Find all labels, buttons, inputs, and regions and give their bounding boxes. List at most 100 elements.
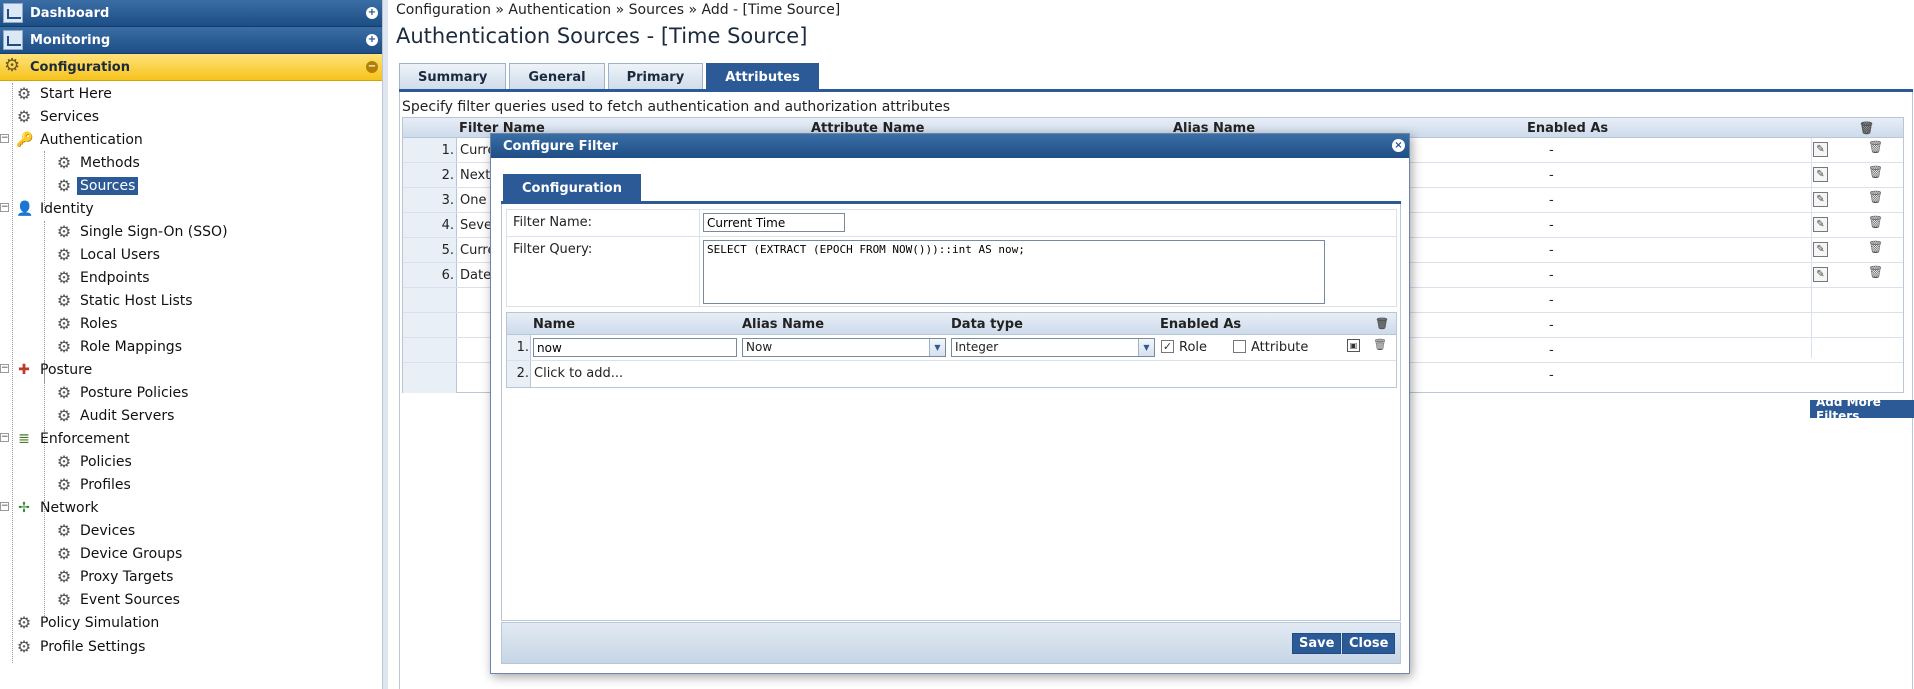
alias-name-select[interactable]: Now ▼ bbox=[742, 338, 946, 357]
tree-item-posture[interactable]: − ✚ Posture bbox=[0, 359, 95, 381]
gear-icon: ⚙ bbox=[56, 337, 72, 356]
col-alias-name: Alias Name bbox=[742, 317, 825, 332]
monitoring-label: Monitoring bbox=[30, 32, 111, 48]
trash-icon[interactable]: 🗑 bbox=[1868, 140, 1883, 154]
attribute-checkbox[interactable] bbox=[1233, 340, 1246, 353]
save-icon[interactable]: ▣ bbox=[1347, 339, 1360, 352]
edit-icon[interactable]: ✎ bbox=[1813, 192, 1828, 207]
tree-item-static-host-lists[interactable]: ⚙ Static Host Lists bbox=[56, 290, 196, 312]
trash-icon[interactable]: 🗑 bbox=[1373, 338, 1387, 351]
collapse-toggle[interactable]: − bbox=[0, 203, 9, 212]
tree-item-services[interactable]: ⚙ Services bbox=[16, 106, 102, 128]
filter-query-label: Filter Query: bbox=[513, 242, 593, 257]
tree-item-posture-policies[interactable]: ⚙ Posture Policies bbox=[56, 382, 191, 404]
tree-item-endpoints[interactable]: ⚙ Endpoints bbox=[56, 267, 153, 289]
gear-icon: ⚙ bbox=[56, 544, 72, 563]
dialog-body: Filter Name: Filter Query: SELECT (EXTRA… bbox=[501, 204, 1401, 621]
collapse-icon[interactable]: − bbox=[366, 61, 378, 73]
table-row[interactable]: 1. Now ▼ Integer ▼ ✓ Role Attribute ▣ 🗑 bbox=[507, 335, 1396, 361]
tree-item-devices[interactable]: ⚙ Devices bbox=[56, 520, 138, 542]
data-type-select[interactable]: Integer ▼ bbox=[951, 338, 1155, 357]
collapse-toggle[interactable]: − bbox=[0, 134, 9, 143]
add-more-filters-button[interactable]: Add More Filters bbox=[1810, 395, 1914, 423]
user-icon: 👤 bbox=[16, 201, 34, 217]
tree-item-sso[interactable]: ⚙ Single Sign-On (SSO) bbox=[56, 221, 231, 243]
edit-icon[interactable]: ✎ bbox=[1813, 242, 1828, 257]
tree-item-identity[interactable]: − 👤 Identity bbox=[0, 198, 97, 220]
expand-icon[interactable]: + bbox=[366, 7, 378, 19]
tree-item-policy-simulation[interactable]: ⚙ Policy Simulation bbox=[16, 612, 162, 634]
dialog-header: Configure Filter × bbox=[491, 134, 1409, 158]
tree-item-policies[interactable]: ⚙ Policies bbox=[56, 451, 135, 473]
tree-item-profile-settings[interactable]: ⚙ Profile Settings bbox=[16, 636, 148, 658]
gear-icon: ⚙ bbox=[16, 107, 32, 126]
trash-icon[interactable]: 🗑 bbox=[1868, 190, 1883, 204]
tree-item-start-here[interactable]: ⚙ Start Here bbox=[16, 83, 115, 105]
collapse-toggle[interactable]: − bbox=[0, 502, 9, 511]
breadcrumb[interactable]: Configuration » Authentication » Sources… bbox=[396, 2, 840, 18]
tree-item-audit-servers[interactable]: ⚙ Audit Servers bbox=[56, 405, 177, 427]
close-button[interactable]: Close bbox=[1342, 633, 1396, 654]
edit-icon[interactable]: ✎ bbox=[1813, 167, 1828, 182]
save-button[interactable]: Save bbox=[1292, 633, 1342, 654]
tree-item-network[interactable]: − ✢ Network bbox=[0, 497, 101, 519]
col-data-type: Data type bbox=[951, 317, 1023, 332]
filter-form: Filter Name: Filter Query: SELECT (EXTRA… bbox=[506, 209, 1397, 307]
tree-item-authentication[interactable]: − 🔑 Authentication bbox=[0, 129, 146, 151]
tab-general[interactable]: General bbox=[509, 63, 605, 90]
edit-icon[interactable]: ✎ bbox=[1813, 142, 1828, 157]
trash-icon[interactable]: 🗑 bbox=[1868, 265, 1883, 279]
tree-item-sources[interactable]: ⚙ Sources bbox=[56, 175, 139, 197]
tab-bar: Summary General Primary Attributes bbox=[399, 63, 819, 90]
trash-icon[interactable]: 🗑 bbox=[1868, 240, 1883, 254]
tree-item-profiles[interactable]: ⚙ Profiles bbox=[56, 474, 134, 496]
tree-item-enforcement[interactable]: − ≣ Enforcement bbox=[0, 428, 133, 450]
edit-icon[interactable]: ✎ bbox=[1813, 267, 1828, 282]
sidebar-header-dashboard[interactable]: Dashboard + bbox=[0, 0, 382, 27]
click-to-add-link[interactable]: Click to add... bbox=[534, 366, 623, 381]
close-icon[interactable]: × bbox=[1392, 139, 1405, 152]
trash-icon[interactable]: 🗑 bbox=[1868, 165, 1883, 179]
attribute-checkbox-label: Attribute bbox=[1251, 340, 1309, 355]
filter-name-input[interactable] bbox=[703, 213, 845, 232]
tree-item-role-mappings[interactable]: ⚙ Role Mappings bbox=[56, 336, 185, 358]
trash-icon[interactable]: 🗑 bbox=[1859, 121, 1874, 135]
tree-item-proxy-targets[interactable]: ⚙ Proxy Targets bbox=[56, 566, 176, 588]
attributes-table: Name Alias Name Data type Enabled As 🗑 1… bbox=[506, 312, 1397, 388]
gear-icon: ⚙ bbox=[56, 314, 72, 333]
tree-item-local-users[interactable]: ⚙ Local Users bbox=[56, 244, 163, 266]
sidebar-splitter[interactable] bbox=[382, 0, 388, 689]
attributes-description: Specify filter queries used to fetch aut… bbox=[402, 99, 951, 115]
chevron-down-icon[interactable]: ▼ bbox=[1138, 339, 1154, 356]
table-row[interactable]: 2. Click to add... bbox=[507, 361, 1396, 387]
sidebar-header-configuration[interactable]: Configuration − bbox=[0, 54, 382, 81]
collapse-toggle[interactable]: − bbox=[0, 433, 9, 442]
dialog-footer: Save Close bbox=[501, 622, 1401, 664]
trash-icon[interactable]: 🗑 bbox=[1375, 317, 1389, 330]
configure-filter-dialog: Configure Filter × Configuration Filter … bbox=[490, 133, 1410, 674]
role-checkbox[interactable]: ✓ bbox=[1161, 340, 1174, 353]
role-checkbox-label: Role bbox=[1179, 340, 1208, 355]
expand-icon[interactable]: + bbox=[366, 34, 378, 46]
traffic-light-icon: ≣ bbox=[18, 431, 30, 447]
trash-icon[interactable]: 🗑 bbox=[1868, 215, 1883, 229]
chevron-down-icon[interactable]: ▼ bbox=[929, 339, 945, 356]
page-title: Authentication Sources - [Time Source] bbox=[396, 24, 808, 48]
col-enabled-as[interactable]: Enabled As bbox=[1527, 121, 1608, 136]
collapse-toggle[interactable]: − bbox=[0, 364, 9, 373]
attribute-name-input[interactable] bbox=[533, 338, 737, 357]
tab-configuration[interactable]: Configuration bbox=[503, 174, 641, 202]
sidebar-header-monitoring[interactable]: Monitoring + bbox=[0, 27, 382, 54]
shield-icon: ✚ bbox=[18, 362, 30, 378]
gear-icon: ⚙ bbox=[56, 452, 72, 471]
col-enabled-as: Enabled As bbox=[1160, 317, 1242, 332]
tab-summary[interactable]: Summary bbox=[399, 63, 507, 90]
edit-icon[interactable]: ✎ bbox=[1813, 217, 1828, 232]
tab-primary[interactable]: Primary bbox=[607, 63, 704, 90]
tab-attributes[interactable]: Attributes bbox=[706, 63, 819, 90]
tree-item-event-sources[interactable]: ⚙ Event Sources bbox=[56, 589, 183, 611]
tree-item-methods[interactable]: ⚙ Methods bbox=[56, 152, 143, 174]
tree-item-roles[interactable]: ⚙ Roles bbox=[56, 313, 120, 335]
filter-query-textarea[interactable]: SELECT (EXTRACT (EPOCH FROM NOW()))::int… bbox=[703, 240, 1325, 304]
tree-item-device-groups[interactable]: ⚙ Device Groups bbox=[56, 543, 185, 565]
